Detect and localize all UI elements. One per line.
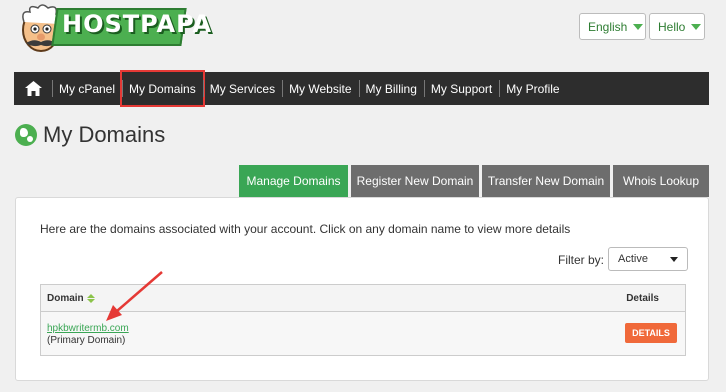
sort-icon[interactable] [86, 294, 95, 303]
globe-icon [15, 124, 37, 146]
column-header-details: Details [626, 293, 659, 304]
chevron-down-icon [633, 23, 644, 30]
table-header: Domain Details [41, 285, 685, 312]
main-nav: My cPanel My Domains My Services My Webs… [14, 70, 709, 107]
nav-item-my-services[interactable]: My Services [202, 72, 282, 105]
filter-select[interactable]: Active [608, 247, 688, 271]
tab-register-new-domain[interactable]: Register New Domain [351, 165, 479, 197]
filter-value: Active [618, 253, 648, 265]
nav-item-my-cpanel[interactable]: My cPanel [52, 72, 122, 105]
info-text: Here are the domains associated with you… [40, 222, 571, 236]
primary-domain-note: (Primary Domain) [47, 335, 126, 346]
page-title: My Domains [43, 122, 166, 147]
nav-item-my-support[interactable]: My Support [423, 72, 499, 105]
nav-item-my-website[interactable]: My Website [282, 72, 358, 105]
tab-transfer-new-domain[interactable]: Transfer New Domain [482, 165, 610, 197]
nav-item-my-billing[interactable]: My Billing [358, 72, 424, 105]
column-header-domain[interactable]: Domain [47, 293, 95, 304]
chevron-down-icon [691, 23, 702, 30]
tab-whois-lookup[interactable]: Whois Lookup [613, 165, 709, 197]
tab-manage-domains[interactable]: Manage Domains [239, 165, 348, 197]
nav-item-my-profile[interactable]: My Profile [499, 72, 566, 105]
chevron-down-icon [670, 256, 678, 262]
home-icon [24, 81, 42, 96]
column-header-domain-label: Domain [47, 293, 84, 304]
filter-label: Filter by: [558, 253, 605, 267]
logo-text: HOSTPAPA [62, 10, 213, 38]
nav-home[interactable] [14, 72, 52, 105]
domain-tabs: Manage Domains Register New Domain Trans… [239, 165, 709, 197]
details-button[interactable]: DETAILS [625, 323, 677, 343]
language-label: English [588, 19, 628, 34]
domains-panel: Here are the domains associated with you… [15, 197, 709, 381]
user-menu-label: Hello [658, 19, 686, 34]
domains-table: Domain Details hpkbwritermb.com (Primary… [40, 284, 686, 356]
page-header: My Domains [15, 122, 165, 148]
language-dropdown[interactable]: English [579, 13, 646, 40]
nav-item-my-domains[interactable]: My Domains [120, 70, 205, 107]
domain-link[interactable]: hpkbwritermb.com [47, 323, 129, 334]
hostpapa-logo[interactable]: HOSTPAPA [14, 2, 211, 62]
user-menu-dropdown[interactable]: Hello [649, 13, 705, 40]
table-row: hpkbwritermb.com (Primary Domain) DETAIL… [41, 312, 685, 355]
